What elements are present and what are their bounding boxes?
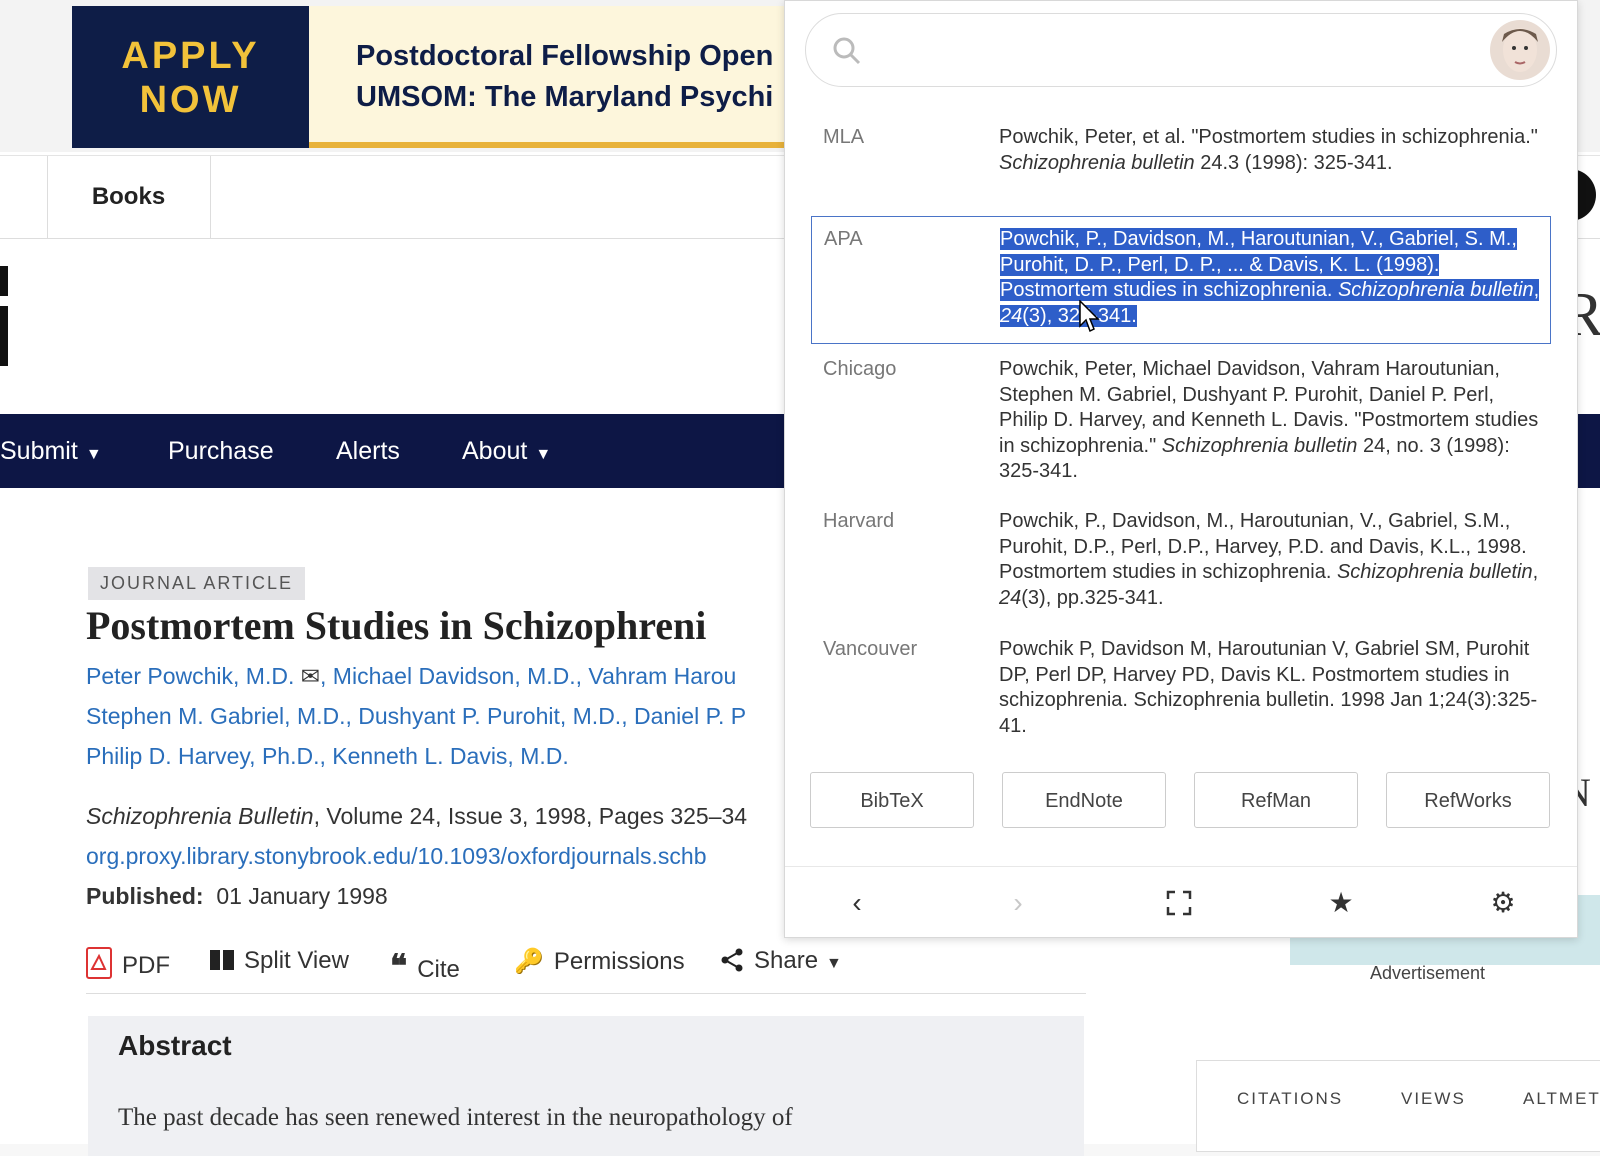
email-icon[interactable]: ✉ (301, 663, 320, 689)
article-meta: Schizophrenia Bulletin, Volume 24, Issue… (86, 796, 786, 916)
apply-text: APPLY (121, 35, 260, 77)
citation-row-mla[interactable]: MLA Powchik, Peter, et al. "Postmortem s… (811, 125, 1551, 201)
fellowship-ad-banner[interactable]: APPLY NOW Postdoctoral Fellowship Open U… (72, 6, 792, 148)
citation-row-chicago[interactable]: Chicago Powchik, Peter, Michael Davidson… (811, 357, 1551, 485)
tab-books[interactable]: Books (47, 156, 211, 238)
endnote-button[interactable]: EndNote (1002, 772, 1166, 828)
cite-button[interactable]: ❝ Cite (390, 947, 460, 985)
search-input[interactable] (870, 28, 1434, 74)
permissions-button[interactable]: 🔑 Permissions (514, 947, 685, 976)
ad-line-2: UMSOM: The Maryland Psychi (356, 81, 774, 113)
ad-line-1: Postdoctoral Fellowship Open (356, 40, 774, 72)
nav-alerts[interactable]: Alerts (336, 414, 400, 488)
mouse-cursor-icon (1079, 300, 1100, 333)
nav-about[interactable]: About ▼ (462, 414, 551, 492)
abstract-heading: Abstract (118, 1030, 232, 1061)
citation-style-label: Chicago (823, 358, 897, 380)
back-icon[interactable]: ‹ (841, 887, 873, 919)
citation-text[interactable]: Powchik, Peter, et al. "Postmortem studi… (999, 125, 1539, 176)
author-links[interactable]: , Michael Davidson, M.D., Vahram Harou (320, 663, 736, 689)
article-title: Postmortem Studies in Schizophreni (86, 603, 707, 648)
gear-icon[interactable]: ⚙ (1487, 887, 1519, 919)
citation-style-label: APA (824, 228, 863, 250)
refman-button[interactable]: RefMan (1194, 772, 1358, 828)
tab-partial[interactable] (0, 156, 48, 238)
refworks-button[interactable]: RefWorks (1386, 772, 1550, 828)
author-links[interactable]: Stephen M. Gabriel, M.D., Dushyant P. Pu… (86, 696, 786, 736)
ad-text: Postdoctoral Fellowship Open UMSOM: The … (356, 36, 773, 118)
article-type-badge: JOURNAL ARTICLE (88, 567, 306, 600)
nav-purchase[interactable]: Purchase (168, 414, 274, 488)
quote-icon: ❝ (390, 948, 408, 984)
pdf-icon (86, 947, 112, 979)
citation-style-label: Vancouver (823, 638, 918, 660)
citation-style-label: Harvard (823, 510, 895, 532)
share-button[interactable]: Share ▼ (720, 947, 842, 975)
citations-label[interactable]: CITATIONS (1237, 1089, 1343, 1109)
user-avatar[interactable] (1490, 20, 1550, 80)
journal-logo-fragment (0, 262, 10, 402)
citation-text[interactable]: Powchik, Peter, Michael Davidson, Vahram… (999, 357, 1539, 485)
key-icon: 🔑 (514, 948, 544, 975)
doi-link[interactable]: org.proxy.library.stonybrook.edu/10.1093… (86, 836, 786, 876)
now-text: NOW (139, 79, 242, 121)
split-view-icon (210, 950, 234, 970)
chevron-down-icon: ▼ (535, 446, 552, 463)
published-label: Published: (86, 883, 204, 909)
chevron-down-icon: ▼ (85, 446, 102, 463)
article-toolbar: PDF Split View ❝ Cite 🔑 Permissions Share ▼ (86, 947, 1086, 994)
author-list: Peter Powchik, M.D. ✉, Michael Davidson,… (86, 656, 786, 776)
citation-row-harvard[interactable]: Harvard Powchik, P., Davidson, M., Harou… (811, 509, 1551, 611)
volume-info: , Volume 24, Issue 3, 1998, Pages 325–34 (313, 803, 748, 829)
altmetric-label[interactable]: ALTMETI (1523, 1089, 1600, 1109)
popup-footer-toolbar: ‹ › ★ ⚙ (785, 866, 1577, 939)
star-icon[interactable]: ★ (1325, 887, 1357, 919)
search-bar (805, 13, 1557, 87)
citation-row-apa[interactable]: APA Powchik, P., Davidson, M., Haroutuni… (811, 216, 1551, 344)
apply-now-block[interactable]: APPLY NOW (72, 6, 309, 148)
views-label[interactable]: VIEWS (1401, 1089, 1466, 1109)
abstract-section: Abstract The past decade has seen renewe… (88, 1016, 1084, 1156)
search-icon (833, 37, 861, 65)
abstract-text: The past decade has seen renewed interes… (118, 1104, 793, 1131)
citation-text[interactable]: Powchik P, Davidson M, Haroutunian V, Ga… (999, 637, 1539, 739)
advertisement-label: Advertisement (1370, 963, 1486, 983)
citation-extension-popup: MLA Powchik, Peter, et al. "Postmortem s… (784, 0, 1578, 938)
forward-icon[interactable]: › (1002, 887, 1034, 919)
citation-style-label: MLA (823, 126, 865, 148)
pdf-button[interactable]: PDF (86, 947, 170, 980)
citation-row-vancouver[interactable]: Vancouver Powchik P, Davidson M, Haroutu… (811, 637, 1551, 739)
author-link[interactable]: Peter Powchik, M.D. (86, 663, 294, 689)
published-date: 01 January 1998 (216, 883, 388, 909)
metrics-panel: CITATIONS VIEWS ALTMETI (1196, 1060, 1600, 1152)
share-icon (721, 948, 743, 972)
journal-name: Schizophrenia Bulletin (86, 803, 314, 829)
chevron-down-icon: ▼ (826, 955, 842, 972)
citation-text[interactable]: Powchik, P., Davidson, M., Haroutunian, … (999, 509, 1539, 611)
fullscreen-icon[interactable] (1163, 887, 1195, 919)
split-view-button[interactable]: Split View (210, 947, 349, 975)
bibtex-button[interactable]: BibTeX (810, 772, 974, 828)
ad-accent-strip (309, 142, 792, 148)
nav-submit[interactable]: Submit ▼ (0, 414, 102, 492)
author-links[interactable]: Philip D. Harvey, Ph.D., Kenneth L. Davi… (86, 736, 786, 776)
